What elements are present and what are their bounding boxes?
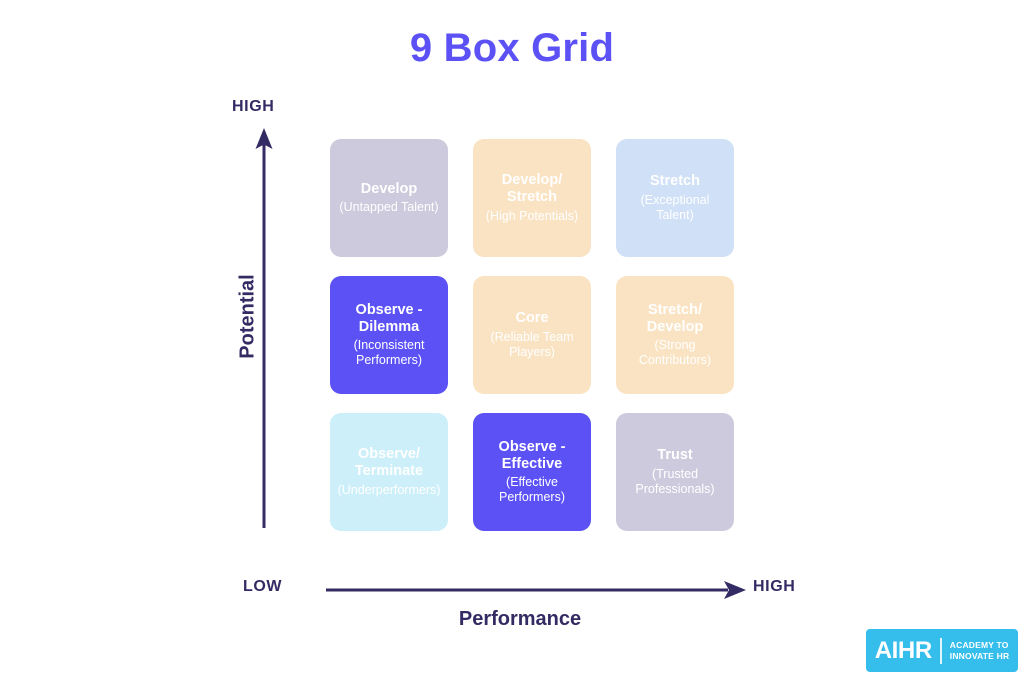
- logo-divider: [939, 637, 942, 664]
- page-title: 9 Box Grid: [409, 26, 615, 70]
- grid-cell-low-potential-high-performance[interactable]: Trust (Trusted Professionals): [616, 413, 734, 531]
- grid-cell-subtitle: (Reliable Team Players): [490, 329, 574, 359]
- grid-cell-high-potential-medium-performance[interactable]: Develop/ Stretch (High Potentials): [473, 139, 591, 257]
- grid-cell-low-potential-low-performance[interactable]: Observe/ Terminate (Underperformers): [330, 413, 448, 531]
- grid-cell-subtitle: (Exceptional Talent): [640, 192, 710, 222]
- nine-box-grid: Develop (Untapped Talent) Develop/ Stretch…: [330, 139, 734, 531]
- grid-cell-medium-potential-medium-performance[interactable]: Core (Reliable Team Players): [473, 276, 591, 394]
- logo-tagline: ACADEMY TO INNOVATE HR: [949, 639, 1010, 661]
- grid-cell-low-potential-medium-performance[interactable]: Observe - Effective (Effective Performers…: [473, 413, 591, 531]
- grid-cell-subtitle: (Untapped Talent): [339, 200, 439, 215]
- grid-cell-subtitle: (High Potentials): [485, 208, 579, 223]
- grid-cell-subtitle: (Inconsistent Performers): [353, 338, 425, 368]
- y-axis-high-label: HIGH: [232, 98, 275, 115]
- grid-cell-high-potential-low-performance[interactable]: Develop (Untapped Talent): [330, 139, 448, 257]
- x-axis-title: Performance: [458, 608, 582, 630]
- grid-cell-medium-potential-low-performance[interactable]: Observe - Dilemma (Inconsistent Performer…: [330, 276, 448, 394]
- grid-cell-title: Observe - Dilemma: [355, 301, 423, 335]
- grid-cell-title: Trust: [657, 447, 693, 464]
- grid-cell-high-potential-high-performance[interactable]: Stretch (Exceptional Talent): [616, 139, 734, 257]
- grid-cell-title: Stretch: [650, 173, 700, 190]
- aihr-logo: AIHR ACADEMY TO INNOVATE HR: [866, 629, 1018, 672]
- grid-cell-subtitle: (Underperformers): [337, 482, 441, 497]
- grid-cell-subtitle: (Strong Contributors): [638, 338, 712, 368]
- grid-cell-medium-potential-high-performance[interactable]: Stretch/ Develop (Strong Contributors): [616, 276, 734, 394]
- grid-cell-subtitle: (Effective Performers): [499, 475, 565, 505]
- grid-cell-subtitle: (Trusted Professionals): [635, 466, 715, 496]
- grid-cell-title: Develop: [360, 180, 418, 197]
- grid-cell-title: Develop/ Stretch: [501, 172, 563, 205]
- x-axis-arrow-icon: [326, 578, 746, 602]
- grid-cell-title: Stretch/ Develop: [646, 301, 704, 335]
- grid-cell-title: Observe/ Terminate: [354, 446, 424, 479]
- x-axis-low-label: LOW: [243, 578, 283, 595]
- grid-cell-title: Observe - Effective: [498, 438, 566, 472]
- logo-wordmark: AIHR: [874, 636, 932, 664]
- y-axis-title: Potential: [236, 274, 259, 359]
- x-axis-high-label: HIGH: [753, 578, 796, 595]
- grid-cell-title: Core: [515, 310, 549, 327]
